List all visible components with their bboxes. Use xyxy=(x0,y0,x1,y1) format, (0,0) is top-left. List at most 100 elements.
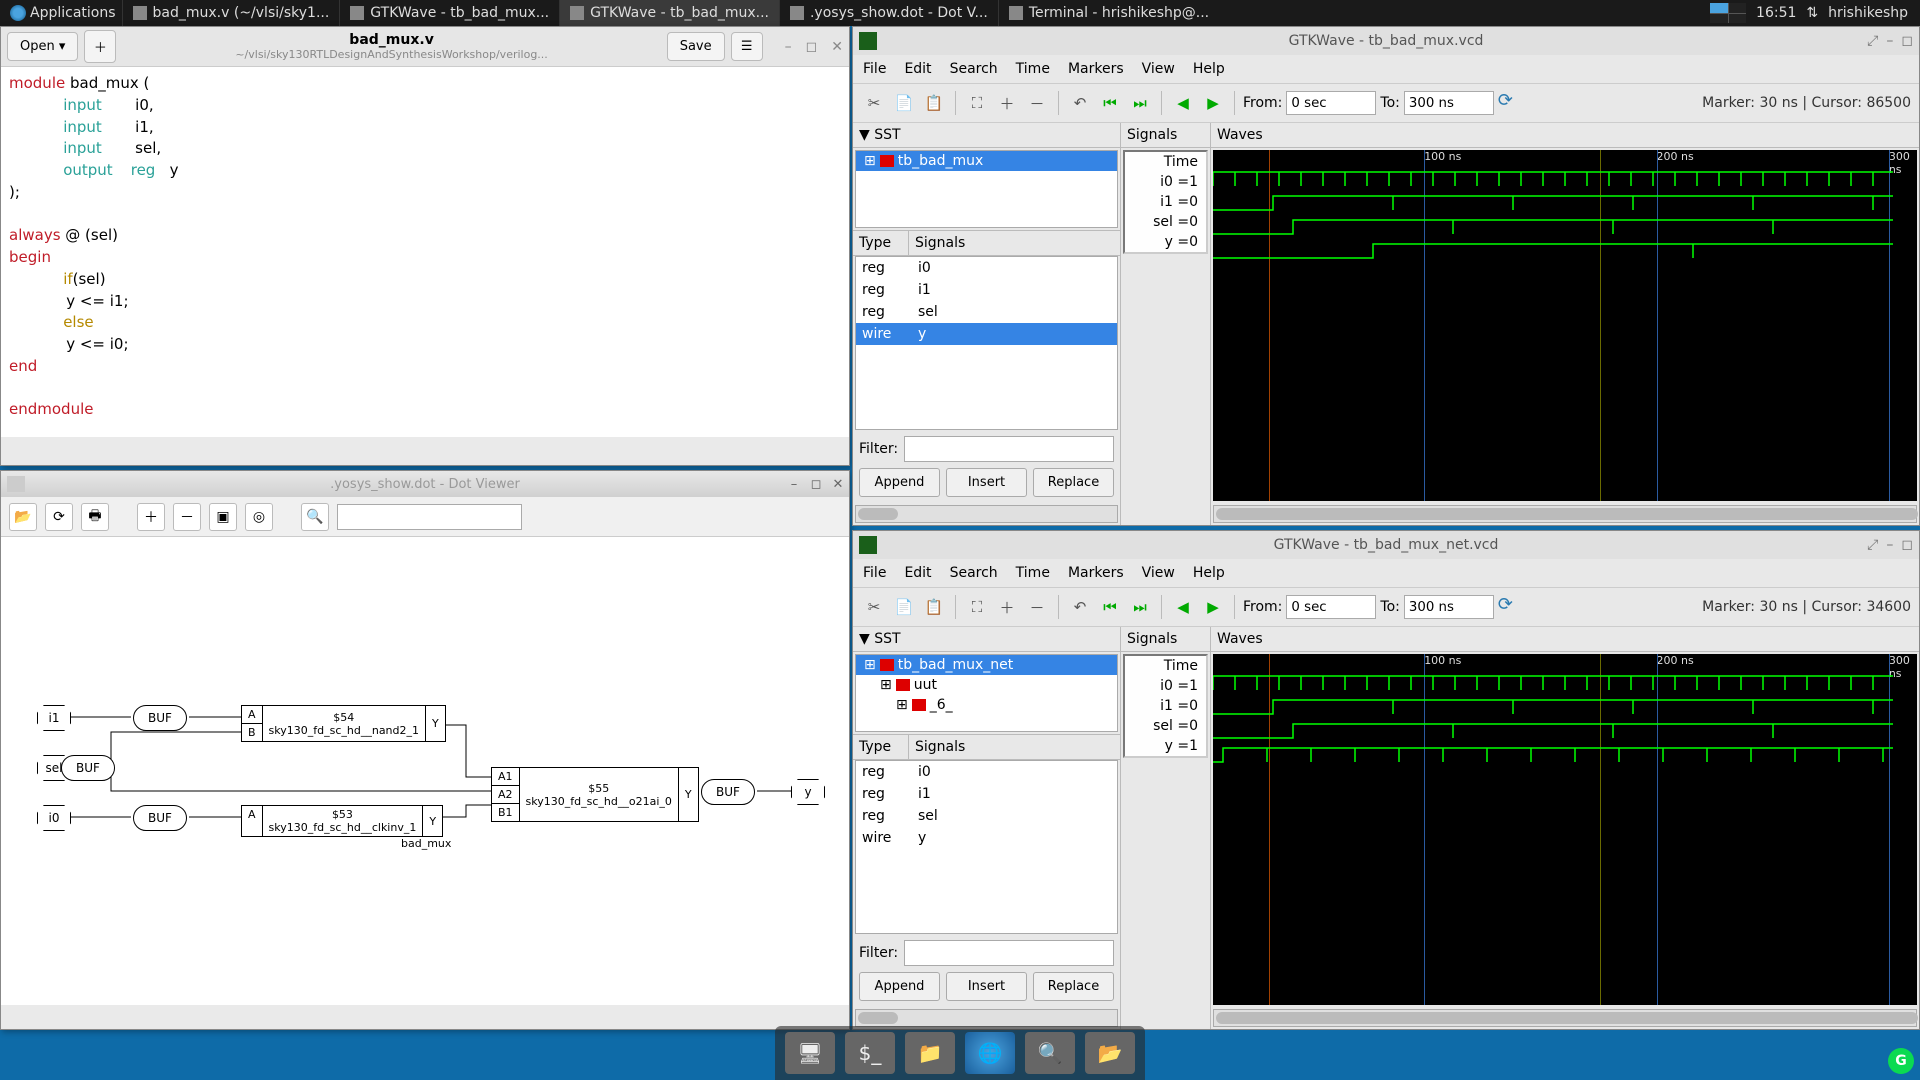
menu-file[interactable]: File xyxy=(863,565,886,581)
taskbar-item[interactable]: Terminal - hrishikeshp@... xyxy=(998,0,1219,26)
sst-scrollbar[interactable] xyxy=(855,1009,1118,1027)
cut-icon[interactable]: ✂ xyxy=(861,90,887,116)
zoom-in-icon[interactable]: ＋ xyxy=(994,594,1020,620)
reload-icon[interactable]: ⟳ xyxy=(1498,90,1524,116)
signal-row[interactable]: regi0 xyxy=(856,761,1117,783)
sst-tree[interactable]: ⊞ tb_bad_mux xyxy=(855,150,1118,228)
signal-row[interactable]: wirey xyxy=(856,323,1117,345)
zoom-fit-icon[interactable]: ▣ xyxy=(209,503,237,531)
maximize-icon[interactable]: ◻ xyxy=(1901,537,1913,553)
to-input[interactable] xyxy=(1404,595,1494,619)
close-icon[interactable]: ✕ xyxy=(831,39,843,55)
menu-help[interactable]: Help xyxy=(1193,565,1225,581)
zoom-in-icon[interactable]: ＋ xyxy=(137,503,165,531)
dock-folder-icon[interactable]: 📂 xyxy=(1085,1032,1135,1074)
save-button[interactable]: Save xyxy=(667,32,725,61)
zoom-fit-icon[interactable]: ⛶ xyxy=(964,594,990,620)
zoom-out-icon[interactable]: － xyxy=(1024,594,1050,620)
from-input[interactable] xyxy=(1286,595,1376,619)
menu-view[interactable]: View xyxy=(1142,61,1175,77)
minimize-icon[interactable]: – xyxy=(1886,537,1893,553)
menu-view[interactable]: View xyxy=(1142,565,1175,581)
signal-row[interactable]: regi1 xyxy=(856,783,1117,805)
menu-search[interactable]: Search xyxy=(950,61,998,77)
schematic-canvas[interactable]: i1 BUF sel BUF i0 BUF AB $54sky130_fd_sc… xyxy=(1,537,849,1005)
hamburger-menu-button[interactable]: ☰ xyxy=(731,32,763,61)
minimize-icon[interactable]: – xyxy=(1886,33,1893,49)
new-tab-button[interactable]: ＋ xyxy=(84,30,116,63)
search-input[interactable] xyxy=(337,504,522,530)
signal-row[interactable]: wirey xyxy=(856,827,1117,849)
maximize-icon[interactable]: ◻ xyxy=(1901,33,1913,49)
open-button[interactable]: Open ▾ xyxy=(7,32,78,61)
dock-browser-icon[interactable]: 🌐 xyxy=(965,1032,1015,1074)
next-edge-icon[interactable]: ▶ xyxy=(1200,594,1226,620)
sst-tree-item[interactable]: ⊞ _6_ xyxy=(856,695,1117,715)
paste-icon[interactable]: 📋 xyxy=(921,594,947,620)
prev-edge-icon[interactable]: ◀ xyxy=(1170,594,1196,620)
reload-icon[interactable]: ⟳ xyxy=(45,503,73,531)
zoom-out-icon[interactable]: － xyxy=(173,503,201,531)
insert-button[interactable]: Insert xyxy=(946,972,1027,1001)
append-button[interactable]: Append xyxy=(859,468,940,497)
taskbar-item[interactable]: GTKWave - tb_bad_mux... xyxy=(339,0,559,26)
sst-tree[interactable]: ⊞ tb_bad_mux_net⊞ uut⊞ _6_ xyxy=(855,654,1118,732)
filter-input[interactable] xyxy=(904,436,1114,462)
zoom-out-icon[interactable]: － xyxy=(1024,90,1050,116)
reload-icon[interactable]: ⟳ xyxy=(1498,594,1524,620)
sst-tree-item[interactable]: ⊞ tb_bad_mux xyxy=(856,151,1117,171)
undo-icon[interactable]: ↶ xyxy=(1067,594,1093,620)
username[interactable]: hrishikeshp xyxy=(1828,5,1908,21)
from-input[interactable] xyxy=(1286,91,1376,115)
zoom-in-icon[interactable]: ＋ xyxy=(994,90,1020,116)
signal-row[interactable]: regi1 xyxy=(856,279,1117,301)
menu-edit[interactable]: Edit xyxy=(904,565,931,581)
sst-tree-item[interactable]: ⊞ tb_bad_mux_net xyxy=(856,655,1117,675)
taskbar-item[interactable]: GTKWave - tb_bad_mux... xyxy=(559,0,779,26)
fullscreen-icon[interactable]: ⤢ xyxy=(1867,33,1878,49)
menu-search[interactable]: Search xyxy=(950,565,998,581)
network-icon[interactable]: ⇅ xyxy=(1806,5,1818,21)
dock-terminal-icon[interactable]: $_ xyxy=(845,1032,895,1074)
signals-header[interactable]: Signals xyxy=(909,735,971,759)
sst-scrollbar[interactable] xyxy=(855,505,1118,523)
menu-time[interactable]: Time xyxy=(1016,61,1050,77)
seek-end-icon[interactable]: ⏭ xyxy=(1127,594,1153,620)
insert-button[interactable]: Insert xyxy=(946,468,1027,497)
wave-scrollbar[interactable] xyxy=(1213,1009,1917,1027)
waveform-canvas[interactable]: 100 ns200 ns300 ns xyxy=(1213,654,1917,1005)
taskbar-item[interactable]: bad_mux.v (~/vlsi/sky1... xyxy=(122,0,340,26)
signal-row[interactable]: regsel xyxy=(856,805,1117,827)
menu-markers[interactable]: Markers xyxy=(1068,565,1124,581)
seek-end-icon[interactable]: ⏭ xyxy=(1127,90,1153,116)
replace-button[interactable]: Replace xyxy=(1033,468,1114,497)
taskbar-item[interactable]: .yosys_show.dot - Dot V... xyxy=(779,0,998,26)
workspace-switcher[interactable] xyxy=(1710,3,1746,23)
signal-row[interactable]: regsel xyxy=(856,301,1117,323)
type-header[interactable]: Type xyxy=(853,231,909,255)
next-edge-icon[interactable]: ▶ xyxy=(1200,90,1226,116)
menu-file[interactable]: File xyxy=(863,61,886,77)
filter-input[interactable] xyxy=(904,940,1114,966)
code-editor[interactable]: module bad_mux ( input i0, input i1, inp… xyxy=(1,67,849,437)
sst-header[interactable]: ▼ SST xyxy=(853,123,1120,148)
waveform-canvas[interactable]: 100 ns200 ns300 ns xyxy=(1213,150,1917,501)
sst-tree-item[interactable]: ⊞ uut xyxy=(856,675,1117,695)
copy-icon[interactable]: 📄 xyxy=(891,90,917,116)
print-icon[interactable]: 🖶 xyxy=(81,503,109,531)
undo-icon[interactable]: ↶ xyxy=(1067,90,1093,116)
minimize-icon[interactable]: – xyxy=(787,477,801,492)
sst-header[interactable]: ▼ SST xyxy=(853,627,1120,652)
grammarly-badge-icon[interactable]: G xyxy=(1888,1048,1914,1074)
copy-icon[interactable]: 📄 xyxy=(891,594,917,620)
to-input[interactable] xyxy=(1404,91,1494,115)
applications-menu[interactable]: Applications xyxy=(4,5,122,21)
maximize-icon[interactable]: ◻ xyxy=(809,477,823,492)
menu-time[interactable]: Time xyxy=(1016,565,1050,581)
replace-button[interactable]: Replace xyxy=(1033,972,1114,1001)
zoom-100-icon[interactable]: ◎ xyxy=(245,503,273,531)
dock-files-icon[interactable]: 📁 xyxy=(905,1032,955,1074)
menu-edit[interactable]: Edit xyxy=(904,61,931,77)
open-file-icon[interactable]: 📂 xyxy=(9,503,37,531)
dock-desktop-icon[interactable]: 🖥 xyxy=(785,1032,835,1074)
